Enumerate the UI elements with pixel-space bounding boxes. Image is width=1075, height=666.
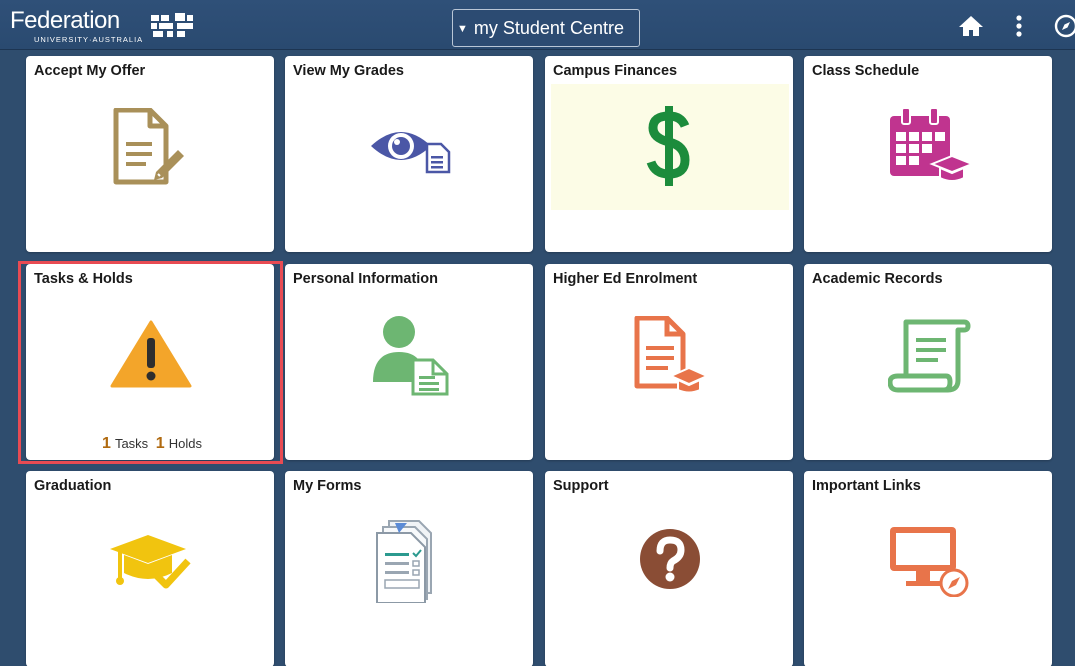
- question-icon: [640, 529, 700, 589]
- tile-campus-finances[interactable]: Campus Finances: [545, 56, 793, 252]
- tile-title: View My Grades: [293, 63, 404, 79]
- tile-title: Important Links: [812, 478, 921, 494]
- logo-subtext: UNIVERSITY·AUSTRALIA: [34, 35, 144, 44]
- tile-academic-records[interactable]: Academic Records: [804, 264, 1052, 460]
- document-edit-icon: [113, 108, 184, 185]
- page-title: my Student Centre: [473, 17, 624, 38]
- compass-icon[interactable]: [1054, 14, 1075, 38]
- tile-title: Academic Records: [812, 271, 943, 287]
- tasks-count: 1: [102, 435, 111, 452]
- more-vertical-icon[interactable]: [1014, 14, 1024, 38]
- holds-count: 1: [155, 435, 165, 452]
- tile-personal-information[interactable]: Personal Information: [285, 264, 533, 460]
- tile-title: My Forms: [293, 478, 362, 494]
- monitor-compass-icon: [890, 527, 969, 597]
- tile-title: Graduation: [34, 478, 112, 494]
- tile-support[interactable]: Support: [545, 471, 793, 666]
- tile-graduation[interactable]: Graduation: [26, 471, 274, 666]
- tile-tasks-holds[interactable]: Tasks & Holds 1 Tasks 1 Holds: [26, 264, 274, 460]
- graduation-cap-check-icon: [110, 535, 191, 589]
- tasks-holds-counts: 1 Tasks 1 Holds: [26, 435, 274, 453]
- tasks-label: Tasks: [114, 436, 149, 451]
- warning-icon: [110, 320, 192, 388]
- tile-title: Support: [553, 478, 609, 494]
- person-document-icon: [373, 316, 449, 396]
- tile-title: Personal Information: [293, 271, 439, 287]
- tile-title: Campus Finances: [553, 63, 678, 79]
- tile-important-links[interactable]: Important Links: [804, 471, 1052, 666]
- logo-mark-icon: [151, 13, 193, 37]
- scroll-icon: [888, 319, 971, 393]
- tile-view-my-grades[interactable]: View My Grades: [285, 56, 533, 252]
- eye-document-icon: [371, 132, 451, 174]
- home-icon[interactable]: [958, 15, 984, 37]
- tile-my-forms[interactable]: My Forms: [285, 471, 533, 666]
- tile-title: Accept My Offer: [34, 63, 146, 79]
- document-graduation-icon: [634, 316, 709, 394]
- logo-text: Federation: [10, 7, 120, 34]
- tile-class-schedule[interactable]: Class Schedule: [804, 56, 1052, 252]
- tile-title: Higher Ed Enrolment: [553, 271, 698, 287]
- tile-title: Tasks & Holds: [34, 271, 133, 287]
- tile-title: Class Schedule: [812, 63, 920, 79]
- forms-checklist-icon: [376, 520, 432, 603]
- dollar-icon: [646, 106, 690, 186]
- header-bar: Federation UNIVERSITY·AUSTRALIA ▼ my Stu…: [0, 0, 1075, 50]
- holds-label: Holds: [168, 436, 202, 451]
- federation-logo[interactable]: Federation UNIVERSITY·AUSTRALIA: [10, 7, 193, 44]
- caret-down-icon: ▼: [457, 23, 468, 35]
- tile-accept-my-offer[interactable]: Accept My Offer: [26, 56, 274, 252]
- page-title-dropdown[interactable]: ▼ my Student Centre: [452, 9, 640, 47]
- tile-higher-ed-enrolment[interactable]: Higher Ed Enrolment: [545, 264, 793, 460]
- calendar-graduation-icon: [890, 107, 972, 182]
